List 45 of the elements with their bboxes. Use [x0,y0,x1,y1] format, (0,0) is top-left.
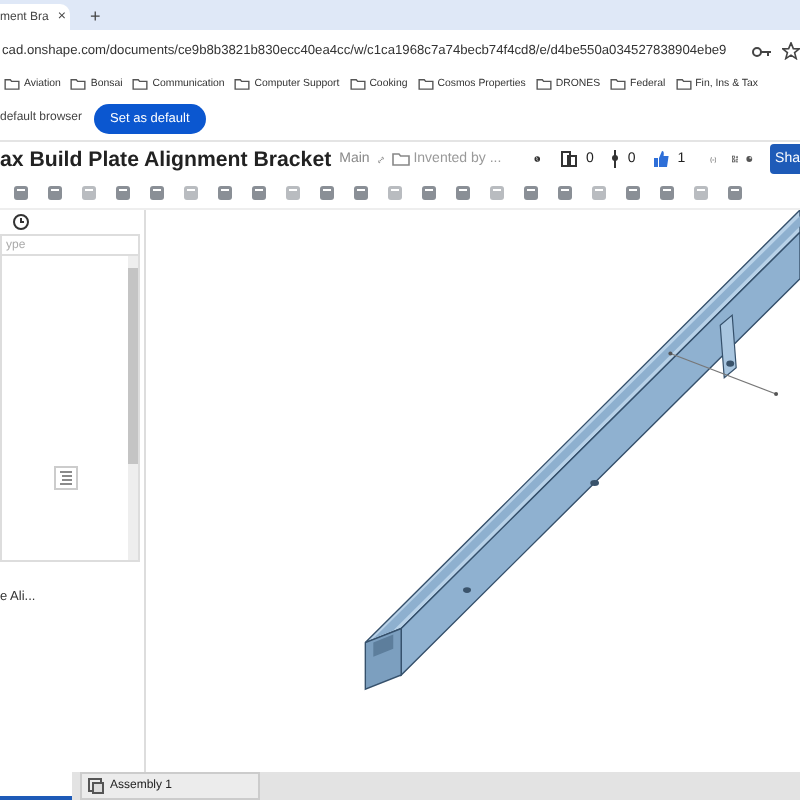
folder-icon [70,78,87,90]
scrollbar[interactable] [128,256,138,560]
tool-icon[interactable] [726,183,746,201]
star-icon[interactable] [782,42,800,60]
tool-icon[interactable] [590,183,610,201]
document-title: ax Build Plate Alignment Bracket [0,147,332,171]
tool-icon[interactable] [420,183,440,201]
folder-icon [675,78,692,90]
tool-icon[interactable] [692,183,712,201]
tool-icon[interactable] [148,183,168,201]
tool-icon[interactable] [318,183,338,201]
list-icon[interactable] [54,466,78,490]
tool-icon[interactable] [182,183,202,201]
folder-icon [349,78,366,90]
folder-icon [535,78,552,90]
folder-icon [4,78,20,90]
tool-icon[interactable] [12,183,32,201]
new-tab-button[interactable]: + [90,5,101,25]
versions-icon [559,150,578,168]
tool-icon[interactable] [386,183,406,201]
tool-icon[interactable] [488,183,508,201]
assembly-icon [88,778,104,794]
folder-icon [391,152,410,166]
folder-icon [132,78,149,90]
tool-icon[interactable] [522,183,542,201]
key-icon[interactable] [752,45,772,57]
tool-icon[interactable] [114,183,134,201]
tool-icon[interactable] [46,183,66,201]
tool-icon[interactable] [216,183,236,201]
tool-icon[interactable] [556,183,576,201]
folder-icon [234,78,251,90]
tool-icon[interactable] [624,183,644,201]
thumbs-up-icon [651,150,670,168]
folder-icon [610,78,627,90]
tool-icon[interactable] [352,183,372,201]
folder-icon [417,78,434,90]
branch-icon [609,150,620,168]
history-icon[interactable] [12,211,30,229]
tool-icon[interactable] [658,183,678,201]
tool-icon[interactable] [454,183,474,201]
tool-icon[interactable] [284,183,304,201]
measure-line [668,351,779,396]
panel-tab[interactable] [0,772,72,800]
tool-icon[interactable] [250,183,270,201]
tool-icon[interactable] [80,183,100,201]
